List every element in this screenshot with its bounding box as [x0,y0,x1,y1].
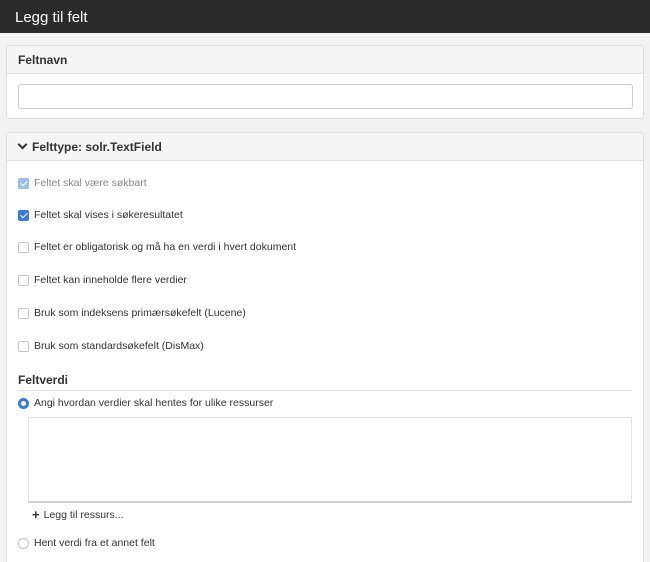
field-name-input[interactable] [18,84,633,109]
field-type-panel-header[interactable]: Felttype: solr.TextField [7,133,643,161]
add-resource-label: Legg til ressurs... [43,509,124,521]
chevron-down-icon [17,139,28,150]
option-label: Bruk som indeksens primærsøkefelt (Lucen… [34,307,246,319]
field-name-heading: Feltnavn [18,53,68,67]
radio-label: Hent verdi fra et annet felt [34,537,155,549]
dialog-title-bar: Legg til felt [0,0,650,33]
field-name-panel: Feltnavn [6,45,644,119]
option-show-in-results[interactable]: Feltet skal vises i søkeresultatet [18,207,183,223]
plus-icon: + [32,507,40,522]
radio-label: Angi hvordan verdier skal hentes for uli… [34,397,274,409]
option-label: Feltet skal vises i søkeresultatet [34,209,183,221]
option-label: Feltet er obligatorisk og må ha en verdi… [34,241,297,253]
field-type-panel: Felttype: solr.TextField Feltet skal vær… [6,132,644,562]
radio-option-other-field[interactable]: Hent verdi fra et annet felt [18,535,155,551]
option-label: Feltet skal være søkbart [34,177,147,189]
field-name-panel-header: Feltnavn [7,46,643,74]
checkbox-primary-lucene[interactable] [18,307,29,319]
option-default-dismax[interactable]: Bruk som standardsøkefelt (DisMax) [18,338,204,354]
field-type-heading: Felttype: solr.TextField [32,140,162,154]
radio-per-resource[interactable] [18,397,29,409]
option-required[interactable]: Feltet er obligatorisk og må ha en verdi… [18,239,296,255]
dialog-title: Legg til felt [15,9,88,26]
option-label: Feltet kan inneholde flere verdier [34,274,187,286]
checkbox-searchable [18,177,29,189]
checkbox-required[interactable] [18,241,29,253]
add-resource-button[interactable]: + Legg til ressurs... [32,507,124,522]
option-label: Bruk som standardsøkefelt (DisMax) [34,340,204,352]
checkbox-default-dismax[interactable] [18,340,29,352]
checkbox-show-in-results[interactable] [18,209,29,221]
field-value-heading: Feltverdi [18,373,632,391]
option-multivalued[interactable]: Feltet kan inneholde flere verdier [18,272,187,288]
checkbox-multivalued[interactable] [18,274,29,286]
radio-option-per-resource[interactable]: Angi hvordan verdier skal hentes for uli… [18,395,273,411]
option-searchable: Feltet skal være søkbart [18,175,147,191]
resource-list-area [28,417,632,503]
radio-other-field[interactable] [18,537,29,549]
option-primary-lucene[interactable]: Bruk som indeksens primærsøkefelt (Lucen… [18,305,246,321]
